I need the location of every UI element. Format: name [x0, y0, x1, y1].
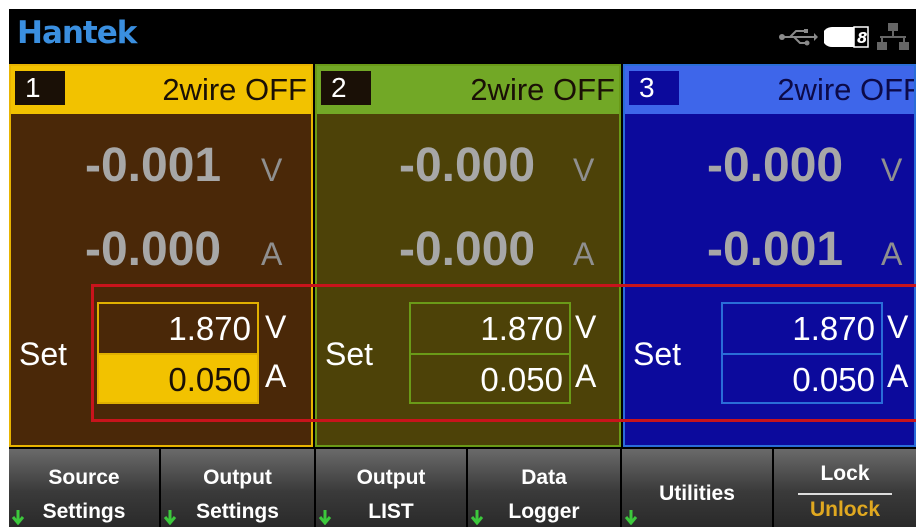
set-current-unit: A — [887, 358, 909, 394]
set-values-box: 1.870 0.050 — [97, 302, 259, 404]
unlock-label: Unlock — [809, 498, 880, 521]
measured-current: -0.000 — [85, 223, 222, 276]
battery-icon: 8 — [824, 26, 869, 48]
status-bar: Hantek 8 — [9, 9, 916, 65]
measured-current-unit: A — [573, 236, 595, 272]
channel-1-header: 1 2wire OFF — [11, 66, 311, 114]
measured-voltage-unit: V — [261, 152, 283, 188]
channel-3-header: 3 2wire OFF — [625, 66, 914, 114]
softkey-bar: Source Settings Output Settings Output L… — [9, 447, 916, 527]
measured-voltage: -0.001 — [85, 139, 222, 192]
measured-current: -0.001 — [707, 223, 844, 276]
softkey-label: Utilities — [659, 482, 735, 505]
channel-number: 3 — [629, 71, 679, 105]
channel-1-panel[interactable]: 1 2wire OFF -0.001 V -0.000 A Set 1.870 … — [9, 64, 313, 447]
set-voltage-unit: V — [265, 309, 287, 345]
instrument-screen: Hantek 8 1 2wire OFF -0.001 V -0.000 A S… — [9, 9, 916, 527]
measured-current-unit: A — [881, 236, 903, 272]
measured-voltage-unit: V — [881, 152, 903, 188]
set-label: Set — [325, 336, 374, 372]
softkey-label: Output Settings — [196, 466, 279, 523]
output-settings-softkey[interactable]: Output Settings — [161, 449, 314, 527]
set-voltage-field[interactable]: 1.870 — [411, 304, 569, 353]
submenu-arrow-icon — [624, 510, 638, 525]
set-values-box: 1.870 0.050 — [409, 302, 571, 404]
usb-icon — [779, 29, 818, 46]
submenu-arrow-icon — [318, 510, 332, 525]
svg-text:8: 8 — [857, 29, 867, 47]
measured-current-unit: A — [261, 236, 283, 272]
set-values-box: 1.870 0.050 — [721, 302, 883, 404]
source-settings-softkey[interactable]: Source Settings — [9, 449, 159, 527]
set-current-field[interactable]: 0.050 — [99, 353, 257, 402]
measured-current: -0.000 — [399, 223, 536, 276]
channel-2-header: 2 2wire OFF — [317, 66, 619, 114]
output-list-softkey[interactable]: Output LIST — [316, 449, 466, 527]
lock-softkey[interactable]: Lock Unlock — [774, 449, 916, 527]
channel-number: 2 — [321, 71, 371, 105]
set-current-field[interactable]: 0.050 — [723, 353, 881, 402]
measured-voltage: -0.000 — [707, 139, 844, 192]
lock-label: Lock — [820, 462, 870, 485]
set-voltage-unit: V — [887, 309, 909, 345]
set-current-unit: A — [265, 358, 287, 394]
channel-mode-status: 2wire OFF — [162, 72, 307, 107]
channel-number: 1 — [15, 71, 65, 105]
utilities-softkey[interactable]: Utilities — [622, 449, 772, 527]
set-current-unit: A — [575, 358, 597, 394]
measured-voltage-unit: V — [573, 152, 595, 188]
submenu-arrow-icon — [11, 510, 25, 525]
submenu-arrow-icon — [470, 510, 484, 525]
set-current-field[interactable]: 0.050 — [411, 353, 569, 402]
set-voltage-field[interactable]: 1.870 — [723, 304, 881, 353]
channel-2-panel[interactable]: 2 2wire OFF -0.000 V -0.000 A Set 1.870 … — [315, 64, 621, 447]
channel-mode-status: 2wire OFF — [470, 72, 615, 107]
status-icons: 8 — [778, 17, 910, 57]
channel-3-panel[interactable]: 3 2wire OFF -0.000 V -0.001 A Set 1.870 … — [623, 64, 916, 447]
softkey-label: Source Settings — [42, 466, 126, 523]
set-voltage-unit: V — [575, 309, 597, 345]
network-icon — [877, 23, 909, 50]
softkey-label: Output LIST — [356, 466, 426, 523]
submenu-arrow-icon — [163, 510, 177, 525]
measured-voltage: -0.000 — [399, 139, 536, 192]
set-label: Set — [19, 336, 68, 372]
set-voltage-field[interactable]: 1.870 — [99, 304, 257, 353]
data-logger-softkey[interactable]: Data Logger — [468, 449, 620, 527]
channel-mode-status: 2wire OFF — [777, 72, 916, 107]
softkey-label: Data Logger — [508, 466, 580, 523]
brand-logo: Hantek — [17, 15, 137, 51]
set-label: Set — [633, 336, 682, 372]
